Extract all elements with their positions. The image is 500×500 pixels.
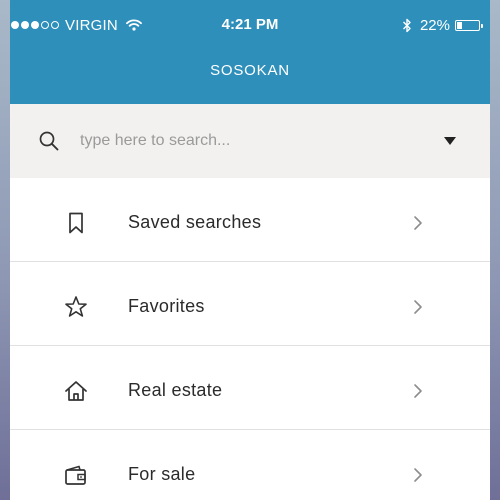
menu-item-label: For sale [128,464,196,484]
menu-item-label: Real estate [128,380,223,400]
battery-percentage: 22% [419,16,450,34]
phone-screen: VIRGIN 4:21 PM 22% SOSOKAN type here to … [10,0,490,500]
app-header: VIRGIN 4:21 PM 22% SOSOKAN [10,0,490,104]
menu-item-saved-searches[interactable]: Saved searches [10,178,490,262]
house-icon [64,379,88,403]
menu-list: Saved searches Favorites Real estate For… [10,178,490,500]
bookmark-icon [64,211,88,235]
menu-item-label: Saved searches [128,212,262,232]
caret-down-icon [444,137,456,145]
search-bar [10,104,490,178]
chevron-right-icon [410,383,426,399]
chevron-right-icon [410,299,426,315]
search-input[interactable] [80,126,430,156]
app-title: SOSOKAN [210,62,290,79]
search-icon [38,130,60,152]
status-bar-right: 22% [402,16,483,34]
menu-item-for-sale[interactable]: For sale [10,430,490,500]
battery-terminal [481,23,483,28]
status-bar: VIRGIN 4:21 PM 22% [10,0,490,50]
star-icon [64,295,88,319]
bluetooth-icon [402,18,412,33]
chevron-right-icon [410,467,426,483]
search-filter-dropdown[interactable] [436,128,464,154]
battery-level-fill [457,21,462,29]
battery-icon [455,19,483,31]
wallet-icon [64,463,88,487]
chevron-right-icon [410,215,426,231]
menu-item-label: Favorites [128,296,205,316]
menu-item-real-estate[interactable]: Real estate [10,346,490,430]
menu-item-favorites[interactable]: Favorites [10,262,490,346]
